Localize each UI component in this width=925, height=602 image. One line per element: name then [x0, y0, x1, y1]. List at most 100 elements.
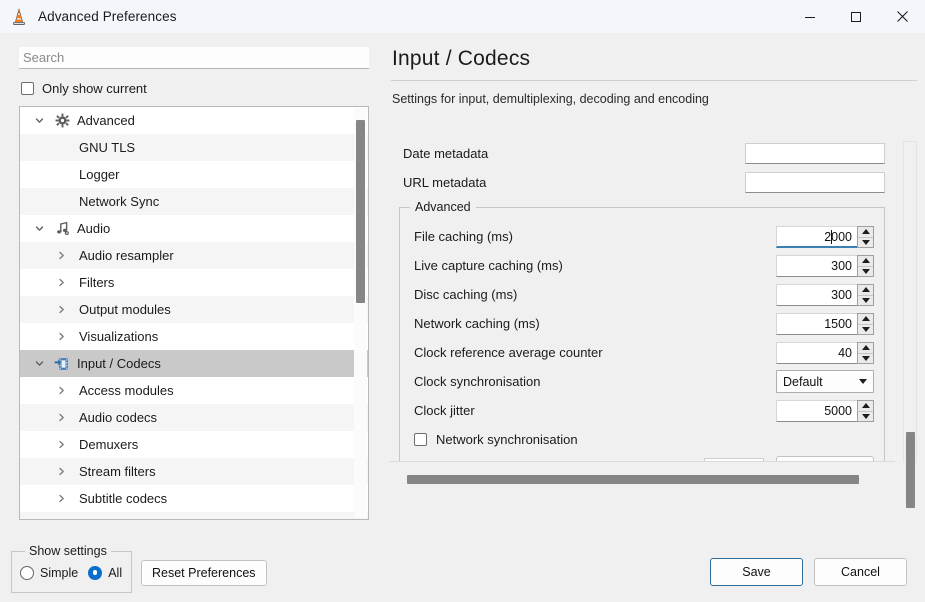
spinbox-value[interactable]: 300 — [776, 255, 857, 277]
spinbox-clock-jitter[interactable]: 5000 — [776, 400, 874, 422]
chevron-down-icon[interactable] — [28, 223, 50, 234]
field-label: Clock reference average counter — [414, 345, 776, 360]
settings-hscrollbar-thumb[interactable] — [407, 475, 859, 484]
sidebar-item-audio-codecs[interactable]: Audio codecs — [20, 404, 368, 431]
settings-vertical-scrollbar[interactable] — [903, 141, 917, 462]
field-label: Date metadata — [403, 146, 745, 161]
sidebar-item-stream-filters[interactable]: Stream filters — [20, 458, 368, 485]
spinbox-buttons[interactable] — [857, 226, 874, 248]
minimize-icon[interactable] — [787, 0, 833, 33]
sidebar-item-audio[interactable]: Audio — [20, 215, 368, 242]
spinbox-down-arrow-icon[interactable] — [858, 237, 873, 247]
spinbox-down-arrow-icon[interactable] — [858, 295, 873, 305]
chevron-right-icon[interactable] — [50, 250, 72, 261]
spinbox-live-capture-caching-ms[interactable]: 300 — [776, 255, 874, 277]
chevron-right-icon[interactable] — [50, 493, 72, 504]
search-input[interactable] — [19, 47, 369, 69]
spinbox-value[interactable]: 40 — [776, 342, 857, 364]
spinbox-up-arrow-icon[interactable] — [858, 401, 873, 411]
sidebar-pane: Only show current AdvancedGNU TLSLoggerN… — [0, 33, 385, 544]
settings-horizontal-scrollbar[interactable] — [405, 473, 895, 486]
spinbox-up-arrow-icon[interactable] — [858, 285, 873, 295]
show-settings-group: Show settings Simple All — [11, 551, 132, 593]
spinbox-clock-reference-average-counter[interactable]: 40 — [776, 342, 874, 364]
sidebar-item-video-codecs[interactable]: Video codecs — [20, 512, 368, 519]
sidebar-item-advanced[interactable]: Advanced — [20, 107, 368, 134]
only-show-current-checkbox[interactable] — [21, 82, 34, 95]
sidebar-item-audio-resampler[interactable]: Audio resampler — [20, 242, 368, 269]
path-input-record-directory[interactable] — [704, 458, 764, 462]
text-input[interactable] — [745, 172, 885, 193]
sidebar-item-demuxers[interactable]: Demuxers — [20, 431, 368, 458]
sidebar-item-label: Filters — [76, 275, 114, 290]
music-note-icon — [50, 221, 74, 236]
chevron-right-icon[interactable] — [50, 439, 72, 450]
chevron-right-icon[interactable] — [50, 412, 72, 423]
dropdown-value: Default — [783, 375, 859, 389]
text-input[interactable] — [745, 143, 885, 164]
sidebar-item-label: Stream filters — [76, 464, 156, 479]
spinbox-up-arrow-icon[interactable] — [858, 314, 873, 324]
chevron-right-icon[interactable] — [50, 277, 72, 288]
advanced-group-rows: File caching (ms)2000Live capture cachin… — [400, 222, 884, 462]
sidebar-item-gnu-tls[interactable]: GNU TLS — [20, 134, 368, 161]
spinbox-value[interactable]: 5000 — [776, 400, 857, 422]
maximize-icon[interactable] — [833, 0, 879, 33]
sidebar-item-label: Demuxers — [76, 437, 138, 452]
chevron-right-icon[interactable] — [50, 385, 72, 396]
radio-simple[interactable] — [20, 566, 34, 580]
spinbox-up-arrow-icon[interactable] — [858, 256, 873, 266]
tree-scrollbar-thumb[interactable] — [356, 120, 365, 303]
advanced-preferences-window: Advanced Preferences Only show curren — [0, 0, 925, 602]
spinbox-buttons[interactable] — [857, 255, 874, 277]
sidebar-item-access-modules[interactable]: Access modules — [20, 377, 368, 404]
only-show-current-row[interactable]: Only show current — [21, 81, 369, 96]
dropdown-clock-synchronisation[interactable]: Default — [776, 370, 874, 393]
save-button[interactable]: Save — [710, 558, 803, 586]
spinbox-up-arrow-icon[interactable] — [858, 227, 873, 237]
advanced-group: Advanced File caching (ms)2000Live captu… — [399, 207, 885, 462]
spinbox-buttons[interactable] — [857, 400, 874, 422]
spinbox-down-arrow-icon[interactable] — [858, 324, 873, 334]
chevron-right-icon[interactable] — [50, 466, 72, 477]
spinbox-buttons[interactable] — [857, 313, 874, 335]
checkbox-network-synchronisation[interactable] — [414, 433, 427, 446]
spinbox-disc-caching-ms[interactable]: 300 — [776, 284, 874, 306]
chevron-right-icon[interactable] — [50, 331, 72, 342]
spinbox-network-caching-ms[interactable]: 1500 — [776, 313, 874, 335]
reset-preferences-button[interactable]: Reset Preferences — [141, 560, 267, 586]
sidebar-item-subtitle-codecs[interactable]: Subtitle codecs — [20, 485, 368, 512]
preferences-tree[interactable]: AdvancedGNU TLSLoggerNetwork SyncAudioAu… — [19, 106, 369, 520]
window-title: Advanced Preferences — [38, 9, 177, 24]
sidebar-item-label: Input / Codecs — [74, 356, 161, 371]
tree-vertical-scrollbar[interactable] — [354, 108, 367, 518]
settings-scroll-area: Date metadataURL metadata Advanced File … — [389, 141, 895, 462]
chevron-down-icon[interactable] — [28, 358, 50, 369]
sidebar-item-filters[interactable]: Filters — [20, 269, 368, 296]
spinbox-value[interactable]: 2000 — [776, 226, 857, 248]
spinbox-file-caching-ms[interactable]: 2000 — [776, 226, 874, 248]
chevron-right-icon[interactable] — [50, 304, 72, 315]
sidebar-item-input-codecs[interactable]: Input / Codecs — [20, 350, 368, 377]
sidebar-item-visualizations[interactable]: Visualizations — [20, 323, 368, 350]
checkbox-row-network-synchronisation[interactable]: Network synchronisation — [400, 425, 884, 454]
preferences-tree-rows: AdvancedGNU TLSLoggerNetwork SyncAudioAu… — [20, 107, 368, 519]
chevron-down-icon[interactable] — [28, 115, 50, 126]
spinbox-down-arrow-icon[interactable] — [858, 266, 873, 276]
spinbox-value[interactable]: 300 — [776, 284, 857, 306]
sidebar-item-output-modules[interactable]: Output modules — [20, 296, 368, 323]
spinbox-down-arrow-icon[interactable] — [858, 411, 873, 421]
spinbox-up-arrow-icon[interactable] — [858, 343, 873, 353]
cancel-button[interactable]: Cancel — [814, 558, 907, 586]
spinbox-down-arrow-icon[interactable] — [858, 353, 873, 363]
browse-button-record-directory[interactable]: Browse... — [776, 456, 874, 462]
close-icon[interactable] — [879, 0, 925, 33]
sidebar-item-label: Visualizations — [76, 329, 158, 344]
spinbox-value[interactable]: 1500 — [776, 313, 857, 335]
spinbox-buttons[interactable] — [857, 342, 874, 364]
settings-vscrollbar-thumb[interactable] — [906, 432, 915, 508]
sidebar-item-network-sync[interactable]: Network Sync — [20, 188, 368, 215]
sidebar-item-logger[interactable]: Logger — [20, 161, 368, 188]
spinbox-buttons[interactable] — [857, 284, 874, 306]
radio-all[interactable] — [88, 566, 102, 580]
